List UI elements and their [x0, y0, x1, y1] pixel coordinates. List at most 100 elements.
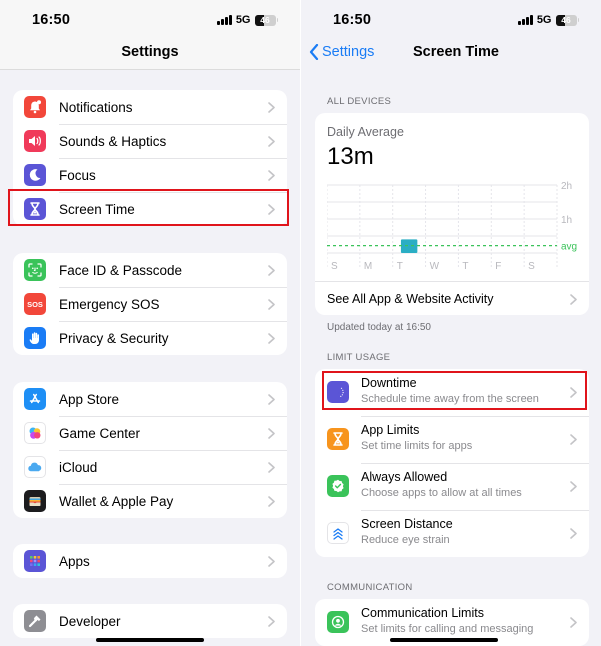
chevron-right-icon	[268, 135, 275, 147]
daily-average-value: 13m	[327, 143, 374, 170]
settings-item-developer[interactable]: Developer	[13, 604, 287, 638]
list-item-screen-distance[interactable]: Screen Distance Reduce eye strain	[315, 510, 589, 557]
signal-icon	[217, 15, 232, 25]
chevron-right-icon	[268, 427, 275, 439]
settings-item-icloud[interactable]: iCloud	[13, 450, 287, 484]
list-item-always-allowed[interactable]: Always Allowed Choose apps to allow at al…	[315, 463, 589, 510]
settings-item-label: App Store	[59, 391, 120, 407]
chevron-left-icon	[309, 44, 319, 60]
section-header-all-devices: ALL DEVICES	[327, 96, 392, 107]
x-tick-label: S	[528, 261, 535, 272]
settings-group: Apps	[13, 544, 287, 578]
settings-item-emergency-sos[interactable]: SOS Emergency SOS	[13, 287, 287, 321]
back-label: Settings	[322, 44, 375, 60]
chevron-right-icon	[570, 294, 577, 305]
settings-item-app-store[interactable]: App Store	[13, 382, 287, 416]
item-title: Always Allowed	[361, 470, 448, 484]
home-indicator[interactable]	[390, 638, 498, 642]
chevron-right-icon	[268, 495, 275, 507]
x-tick-label: T	[462, 261, 468, 272]
speaker-icon	[24, 130, 46, 152]
settings-item-label: Emergency SOS	[59, 296, 160, 312]
svg-text:SOS: SOS	[27, 300, 43, 309]
settings-item-label: Focus	[59, 167, 96, 183]
sos-icon: SOS	[24, 293, 46, 315]
settings-group: Developer	[13, 604, 287, 638]
settings-item-label: Wallet & Apple Pay	[59, 493, 174, 509]
settings-item-notifications[interactable]: Notifications	[13, 90, 287, 124]
chevron-right-icon	[570, 617, 577, 628]
bar-t-2	[400, 239, 418, 253]
item-subtitle: Reduce eye strain	[361, 534, 450, 546]
settings-item-wallet-apple-pay[interactable]: Wallet & Apple Pay	[13, 484, 287, 518]
section-header-communication: COMMUNICATION	[327, 582, 413, 593]
chevron-right-icon	[570, 434, 577, 445]
back-button[interactable]: Settings	[309, 44, 374, 60]
wallet-icon	[24, 490, 46, 512]
settings-item-sounds-haptics[interactable]: Sounds & Haptics	[13, 124, 287, 158]
chevron-right-icon	[268, 393, 275, 405]
item-title: App Limits	[361, 423, 420, 437]
chevron-right-icon	[268, 101, 275, 113]
see-all-activity-row[interactable]: See All App & Website Activity	[315, 281, 589, 315]
settings-item-label: iCloud	[59, 459, 98, 475]
apps-grid-icon	[24, 550, 46, 572]
home-indicator[interactable]	[96, 638, 204, 642]
updated-text: Updated today at 16:50	[327, 322, 431, 333]
y-tick-label: 2h	[561, 181, 572, 192]
item-subtitle: Set time limits for apps	[361, 440, 473, 452]
battery-icon: 46	[254, 14, 276, 26]
settings-item-focus[interactable]: Focus	[13, 158, 287, 192]
list-item-app-limits[interactable]: App Limits Set time limits for apps	[315, 416, 589, 463]
highlight-box-screen-time	[8, 189, 289, 226]
page-title: Screen Time	[413, 44, 499, 60]
gamecenter-icon	[24, 422, 46, 444]
settings-item-label: Apps	[59, 553, 90, 569]
chevron-right-icon	[570, 528, 577, 539]
network-type: 5G	[235, 14, 251, 26]
appstore-icon	[24, 388, 46, 410]
check-badge-icon	[327, 475, 349, 497]
settings-group: Face ID & Passcode SOS Emergency SOS Privac…	[13, 253, 287, 355]
settings-group: App Store Game Center iCloud Wallet & Apple…	[13, 382, 287, 518]
see-all-activity-label: See All App & Website Activity	[327, 292, 494, 306]
chevron-right-icon	[268, 615, 275, 627]
moon-icon	[24, 164, 46, 186]
item-subtitle: Choose apps to allow at all times	[361, 487, 522, 499]
chevron-right-icon	[268, 555, 275, 567]
hourglass-icon	[327, 428, 349, 450]
settings-item-game-center[interactable]: Game Center	[13, 416, 287, 450]
network-type: 5G	[536, 14, 552, 26]
page-title: Settings	[121, 44, 179, 60]
signal-icon	[518, 15, 533, 25]
settings-panel: 16:50 5G 46 Settings Notifications Sounds…	[0, 0, 300, 646]
item-title: Communication Limits	[361, 606, 484, 620]
bell-icon	[24, 96, 46, 118]
status-time: 16:50	[32, 12, 71, 28]
battery-icon: 46	[555, 14, 577, 26]
settings-item-label: Notifications	[59, 99, 133, 115]
chevron-right-icon	[268, 264, 275, 276]
average-label: avg	[561, 242, 577, 253]
y-tick-label: 1h	[561, 215, 572, 226]
settings-item-apps[interactable]: Apps	[13, 544, 287, 578]
x-tick-label: S	[331, 261, 338, 272]
usage-chart[interactable]: 2h 1h S M T W T F Savg	[327, 181, 589, 273]
settings-item-privacy-security[interactable]: Privacy & Security	[13, 321, 287, 355]
daily-average-label: Daily Average	[327, 125, 404, 139]
settings-item-face-id-passcode[interactable]: Face ID & Passcode	[13, 253, 287, 287]
chevrons-up-icon	[327, 522, 349, 544]
settings-item-label: Privacy & Security	[59, 330, 169, 346]
daily-average-card[interactable]: Daily Average 13m 2h 1h S M T W T F Savg See All…	[315, 113, 589, 315]
battery-cap	[276, 18, 278, 22]
x-tick-label: M	[364, 261, 372, 272]
person-circle-icon	[327, 611, 349, 633]
battery-level: 46	[561, 15, 571, 25]
settings-item-label: Sounds & Haptics	[59, 133, 167, 149]
item-title: Screen Distance	[361, 517, 453, 531]
settings-item-label: Developer	[59, 613, 121, 629]
status-bar: 16:50 5G 46	[0, 12, 300, 30]
status-time: 16:50	[333, 12, 372, 28]
x-tick-label: T	[397, 261, 403, 272]
section-header-limit-usage: LIMIT USAGE	[327, 352, 391, 363]
